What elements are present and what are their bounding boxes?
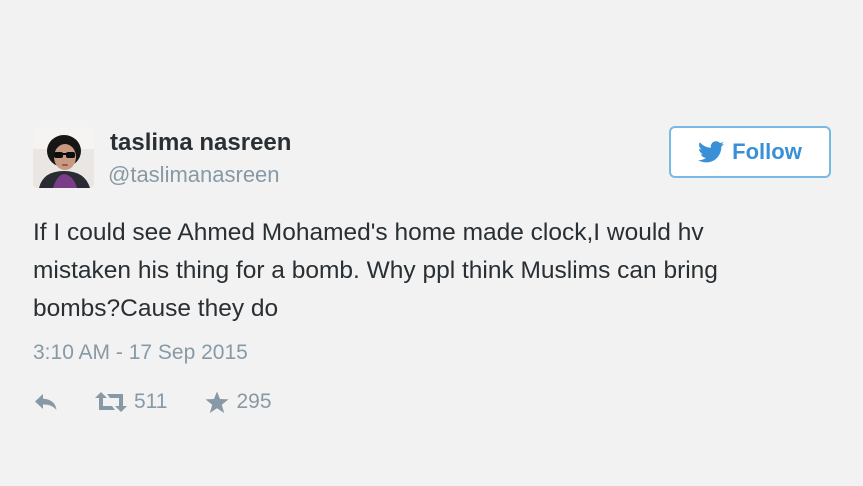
twitter-bird-icon (698, 141, 725, 163)
tweet-text: If I could see Ahmed Mohamed's home made… (33, 214, 823, 328)
reply-arrow-icon (35, 394, 57, 410)
favorite-count: 295 (236, 390, 272, 413)
follow-button-label: Follow (732, 139, 802, 164)
retweet-icon (95, 392, 127, 412)
favorite-button[interactable]: 295 (205, 390, 272, 414)
tweet-text-line: If I could see Ahmed Mohamed's home made… (33, 219, 704, 246)
author-display-name[interactable]: taslima nasreen (110, 129, 291, 157)
retweet-count: 511 (134, 390, 168, 413)
tweet-actions: 511 295 (33, 388, 272, 416)
author-avatar[interactable] (33, 127, 94, 188)
star-icon (205, 391, 229, 413)
follow-button[interactable]: Follow (669, 126, 831, 178)
tweet-text-line: bombs?Cause they do (33, 295, 279, 322)
author-screen-name[interactable]: @taslimanasreen (108, 162, 280, 188)
tweet-timestamp[interactable]: 3:10 AM - 17 Sep 2015 (33, 341, 248, 365)
reply-button[interactable] (33, 392, 59, 412)
profile-photo (33, 127, 94, 188)
tweet-text-line: mistaken his thing for a bomb. Why ppl t… (33, 257, 718, 284)
tweet-card: taslima nasreen @taslimanasreen Follow I… (0, 0, 863, 486)
retweet-button[interactable]: 511 (95, 390, 167, 414)
